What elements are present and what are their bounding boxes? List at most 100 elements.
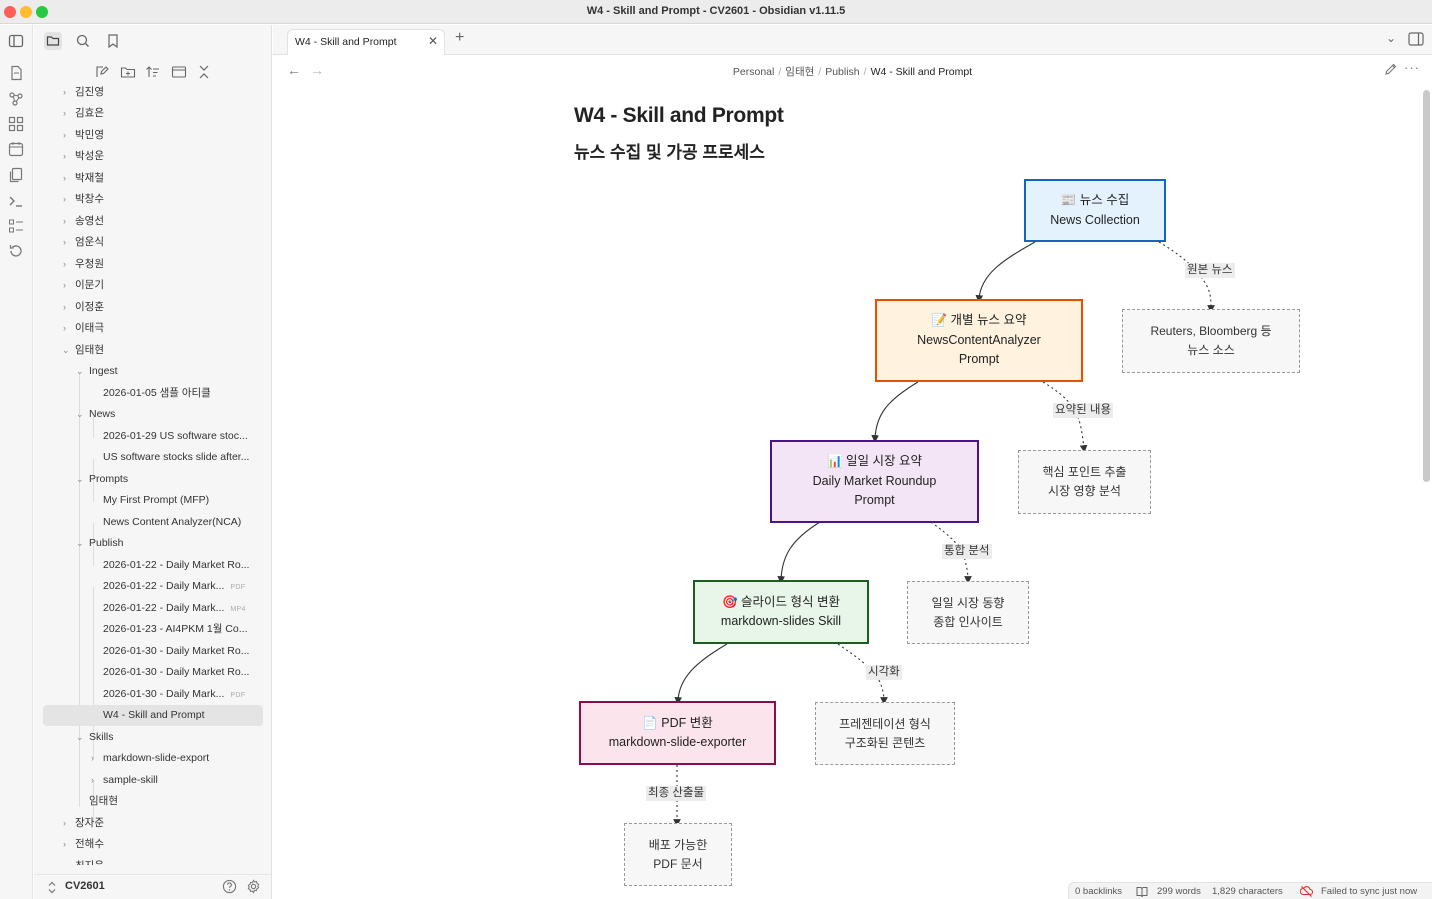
backlinks-count[interactable]: 0 backlinks	[1075, 886, 1122, 897]
folder-item[interactable]: › 김효은	[34, 103, 272, 124]
new-folder-icon[interactable]	[120, 63, 136, 81]
character-count: 1,829 characters	[1212, 886, 1283, 897]
folder-item-news[interactable]: ⌄ News	[34, 404, 272, 425]
folder-item[interactable]: › 박민영	[34, 125, 272, 146]
node-news-collection[interactable]: 📰 뉴스 수집 News Collection	[1024, 179, 1166, 242]
file-item[interactable]: 2026-01-29 US software stoc...	[34, 426, 272, 447]
search-icon[interactable]	[74, 32, 92, 50]
folder-item[interactable]: › 박창수	[34, 189, 272, 210]
templates-icon[interactable]	[8, 167, 24, 183]
history-icon[interactable]	[8, 243, 24, 259]
file-item[interactable]: 임태현	[34, 791, 272, 812]
sort-icon[interactable]	[145, 63, 161, 81]
folder-item[interactable]: › 전해수	[34, 834, 272, 855]
file-type-badge: PDF	[230, 692, 246, 699]
file-item[interactable]: My First Prompt (MFP)	[34, 490, 272, 511]
file-type-badge: MP4	[230, 606, 246, 613]
edge-solid	[777, 521, 821, 584]
new-note-icon[interactable]	[94, 63, 110, 81]
folder-item-ingest[interactable]: ⌄ Ingest	[34, 361, 272, 382]
folder-item[interactable]: › 박성운	[34, 146, 272, 167]
file-item[interactable]: 2026-01-22 - Daily Market Ro...	[34, 555, 272, 576]
folder-item-skills[interactable]: ⌄ Skills	[34, 727, 272, 748]
target-icon: 🎯	[721, 594, 738, 609]
settings-gear-icon[interactable]	[246, 879, 261, 894]
edge-label: 통합 분석	[942, 544, 992, 559]
file-item[interactable]: 2026-01-05 샘플 아티클	[34, 383, 272, 404]
node-pdf-conversion[interactable]: 📄 PDF 변환 markdown-slide-exporter	[579, 701, 776, 765]
vault-name[interactable]: CV2601	[65, 880, 105, 892]
edge-solid	[871, 381, 919, 443]
node-slide-conversion[interactable]: 🎯 슬라이드 형식 변환 markdown-slides Skill	[693, 580, 869, 644]
reading-book-icon[interactable]	[1136, 886, 1148, 897]
folder-item[interactable]: › 박재철	[34, 168, 272, 189]
tab-bar: W4 - Skill and Prompt ✕ + ⌄	[273, 25, 1432, 55]
window-title: W4 - Skill and Prompt - CV2601 - Obsidia…	[586, 5, 846, 17]
file-item[interactable]: 2026-01-22 - Daily Mark... MP4	[34, 598, 272, 619]
bar-chart-icon: 📊	[826, 454, 843, 469]
file-type-badge: PDF	[230, 584, 246, 591]
canvas-icon[interactable]	[8, 116, 24, 132]
calendar-icon[interactable]	[8, 141, 24, 157]
folder-item[interactable]: › 장자준	[34, 813, 272, 834]
tab-list-chevron-down-icon[interactable]: ⌄	[1386, 31, 1396, 45]
word-count: 299 words	[1157, 886, 1201, 897]
folder-item[interactable]: ›최지웅	[34, 856, 272, 865]
file-explorer-sidebar: › 김진영 › 김효은 › 박민영 › 박성운 › 박재철 › 박창수 › 송영선 › 엄운식 …	[34, 25, 272, 899]
status-bar: 0 backlinks 299 words 1,829 characters F…	[1068, 882, 1432, 899]
note-final-pdf[interactable]: 배포 가능한 PDF 문서	[624, 823, 732, 886]
file-item-active[interactable]: W4 - Skill and Prompt	[43, 705, 263, 726]
note-presentation[interactable]: 프레젠테이션 형식 구조화된 콘텐츠	[815, 702, 955, 765]
tab-note[interactable]: W4 - Skill and Prompt ✕	[287, 29, 445, 55]
folder-item-publish[interactable]: ⌄ Publish	[34, 533, 272, 554]
document-icon: 📄	[642, 715, 658, 730]
tab-close-icon[interactable]: ✕	[428, 34, 438, 48]
folder-item[interactable]: › 송영선	[34, 211, 272, 232]
file-item[interactable]: 2026-01-30 - Daily Mark... PDF	[34, 684, 272, 705]
folder-icon[interactable]	[44, 32, 62, 50]
node-daily-market-summary[interactable]: 📊 일일 시장 요약 Daily Market Roundup Prompt	[770, 440, 979, 523]
edge-solid	[975, 241, 1036, 303]
sync-status[interactable]: Failed to sync just now	[1321, 886, 1417, 897]
folder-item[interactable]: › 이정훈	[34, 297, 272, 318]
file-item[interactable]: 2026-01-30 - Daily Market Ro...	[34, 662, 272, 683]
collapse-all-icon[interactable]	[196, 63, 212, 81]
file-item[interactable]: 2026-01-23 - AI4PKM 1월 Co...	[34, 619, 272, 640]
new-tab-plus-icon[interactable]: +	[455, 29, 464, 47]
note-key-points[interactable]: 핵심 포인트 추출 시장 영향 분석	[1018, 450, 1151, 514]
command-palette-icon[interactable]	[8, 193, 24, 209]
folder-item[interactable]: › 김진영	[34, 82, 272, 103]
folder-item[interactable]: › 엄운식	[34, 232, 272, 253]
file-item[interactable]: US software stocks slide after...	[34, 447, 272, 468]
folder-item[interactable]: › 이문기	[34, 275, 272, 296]
graph-view-icon[interactable]	[8, 91, 24, 107]
sidebar-toggle-icon[interactable]	[8, 33, 24, 49]
scrollbar-thumb[interactable]	[1423, 90, 1430, 482]
vault-switch-icon[interactable]	[47, 881, 57, 894]
note-daily-insight[interactable]: 일일 시장 동향 종합 인사이트	[907, 581, 1029, 644]
folder-item[interactable]: › 우청원	[34, 254, 272, 275]
edge-label: 최종 산출물	[646, 786, 707, 801]
file-tree: › 김진영 › 김효은 › 박민영 › 박성운 › 박재철 › 박창수 › 송영선 › 엄운식 …	[34, 82, 272, 865]
help-icon[interactable]	[222, 879, 237, 894]
task-list-icon[interactable]	[8, 218, 24, 234]
auto-reveal-icon[interactable]	[171, 63, 187, 81]
newspaper-icon: 📰	[1060, 193, 1077, 207]
memo-icon: 📝	[931, 313, 948, 328]
folder-item-prompts[interactable]: ⌄ Prompts	[34, 469, 272, 490]
folder-item-expanded[interactable]: ⌄ 임태현	[34, 340, 272, 361]
window-titlebar: W4 - Skill and Prompt - CV2601 - Obsidia…	[0, 0, 1432, 24]
bookmark-icon[interactable]	[104, 32, 122, 50]
right-sidebar-toggle-icon[interactable]	[1408, 32, 1424, 46]
file-item[interactable]: News Content Analyzer(NCA)	[34, 512, 272, 533]
file-item[interactable]: 2026-01-22 - Daily Mark... PDF	[34, 576, 272, 597]
daily-note-icon[interactable]	[8, 65, 24, 81]
left-ribbon	[0, 25, 33, 899]
note-news-sources[interactable]: Reuters, Bloomberg 등 뉴스 소스	[1122, 309, 1300, 373]
node-news-summary[interactable]: 📝 개별 뉴스 요약 NewsContentAnalyzer Prompt	[875, 299, 1083, 382]
sync-error-icon[interactable]	[1300, 885, 1313, 898]
folder-item[interactable]: › 이태극	[34, 318, 272, 339]
folder-item[interactable]: › markdown-slide-export	[34, 748, 272, 769]
file-item[interactable]: 2026-01-30 - Daily Market Ro...	[34, 641, 272, 662]
folder-item[interactable]: › sample-skill	[34, 770, 272, 791]
